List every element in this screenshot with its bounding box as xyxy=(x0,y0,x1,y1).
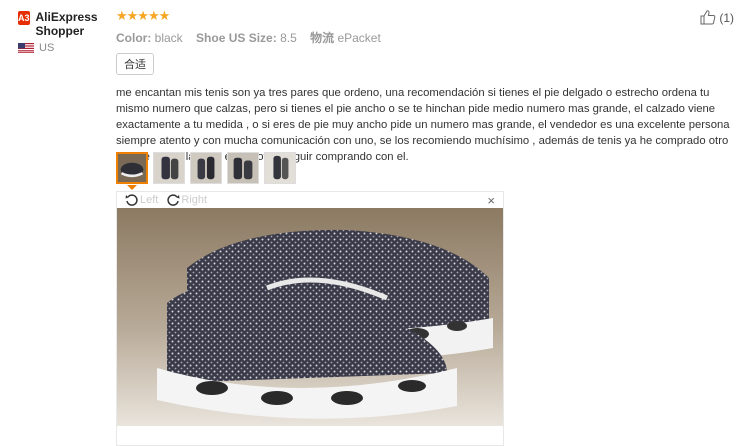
viewer-toolbar: Left Right × xyxy=(117,192,503,208)
attr-color: Color: black xyxy=(116,31,183,45)
thumbnail-image xyxy=(154,153,184,183)
close-viewer-icon[interactable]: × xyxy=(487,193,495,208)
thumbnail-image xyxy=(265,153,295,183)
star-rating: ★★★★★ xyxy=(116,8,170,23)
reviewer-row: A3 AliExpress Shopper xyxy=(18,10,114,38)
photo-viewer: Left Right × xyxy=(116,191,504,446)
thumbnail-2[interactable] xyxy=(153,152,185,184)
rotate-right-icon xyxy=(167,194,180,206)
thumbnail-4[interactable] xyxy=(227,152,259,184)
review-photo xyxy=(117,208,503,426)
attr-size: Shoe US Size: 8.5 xyxy=(196,31,297,45)
rotate-right-label: Right xyxy=(181,194,208,206)
reviewer-name: AliExpress Shopper xyxy=(35,10,98,38)
reviewer-country: US xyxy=(18,42,114,54)
country-label: US xyxy=(39,42,55,54)
thumbnail-image xyxy=(118,154,146,182)
us-flag-icon xyxy=(18,43,34,53)
order-attributes: Color: black Shoe US Size: 8.5 物流 ePacke… xyxy=(116,29,742,46)
attr-logistics: 物流 ePacket xyxy=(310,31,381,45)
rotate-left-button[interactable]: Left xyxy=(125,193,158,207)
thumbnail-image xyxy=(191,153,221,183)
rotate-left-icon xyxy=(125,194,138,206)
rotate-left-label: Left xyxy=(140,194,159,206)
reviewer-info: A3 AliExpress Shopper US xyxy=(18,10,114,54)
review-content: ★★★★★ Color: black Shoe US Size: 8.5 物流 … xyxy=(116,8,742,165)
reviewer-level-badge: A3 xyxy=(18,11,30,25)
thumbnail-5[interactable] xyxy=(264,152,296,184)
active-thumbnail-caret xyxy=(127,185,137,190)
thumbnail-image xyxy=(228,153,258,183)
thumbnail-3[interactable] xyxy=(190,152,222,184)
photo-thumbnails xyxy=(116,152,301,184)
rotate-right-button[interactable]: Right xyxy=(166,193,207,207)
fit-tag: 合适 xyxy=(116,53,154,75)
thumbnail-1[interactable] xyxy=(116,152,148,184)
